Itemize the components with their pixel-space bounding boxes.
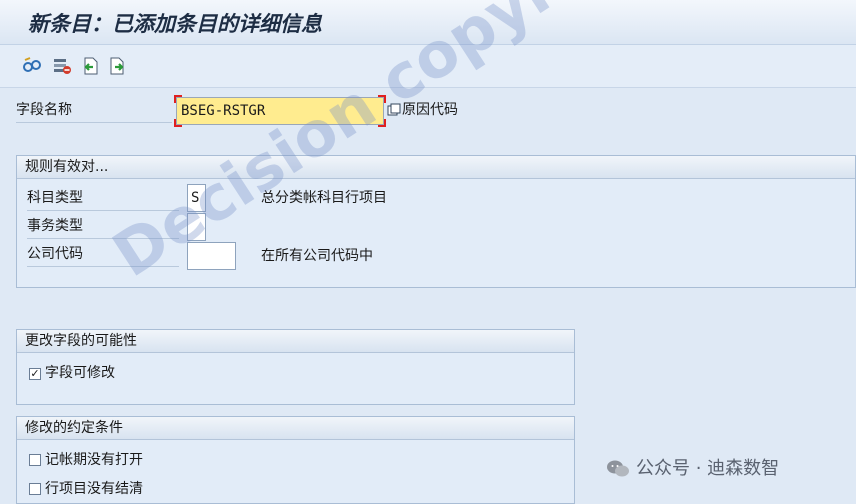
field-name-label: 字段名称	[16, 98, 172, 123]
transaction-type-label: 事务类型	[27, 214, 179, 239]
company-code-input[interactable]	[187, 242, 236, 270]
item-not-cleared-checkbox[interactable]	[29, 483, 41, 495]
title-bar: 新条目：已添加条目的详细信息	[0, 0, 856, 45]
account-type-input[interactable]: S	[187, 184, 206, 212]
delete-row-icon[interactable]	[52, 56, 72, 76]
period-not-open-checkbox[interactable]	[29, 454, 41, 466]
window-title: 新条目：已添加条目的详细信息	[28, 11, 322, 36]
group-validity-title: 规则有效对...	[17, 156, 855, 179]
account-type-description: 总分类帐科目行项目	[261, 190, 387, 206]
group-change-title: 更改字段的可能性	[17, 330, 574, 353]
period-not-open-label: 记帐期没有打开	[45, 452, 143, 468]
glasses-icon[interactable]	[22, 56, 42, 76]
next-entry-icon[interactable]	[108, 56, 128, 76]
group-conditions: 修改的约定条件 记帐期没有打开 行项目没有结清	[16, 416, 575, 504]
group-conditions-title: 修改的约定条件	[17, 417, 574, 440]
company-code-label: 公司代码	[27, 242, 179, 267]
copy-icon[interactable]	[387, 103, 401, 117]
group-change: 更改字段的可能性 ✓ 字段可修改	[16, 329, 575, 405]
toolbar	[0, 45, 856, 88]
field-name-input[interactable]: BSEG-RSTGR	[176, 97, 384, 125]
field-modifiable-label: 字段可修改	[45, 365, 115, 381]
group-validity: 规则有效对... 科目类型 S 总分类帐科目行项目 事务类型 公司代码 在所有公…	[16, 155, 856, 288]
wechat-label: 公众号 · 迪森数智	[636, 458, 780, 479]
field-name-input-wrap[interactable]: BSEG-RSTGR	[174, 95, 386, 127]
wechat-icon	[606, 459, 630, 479]
previous-entry-icon[interactable]	[80, 56, 100, 76]
field-name-description: 原因代码	[402, 102, 458, 118]
company-code-description: 在所有公司代码中	[261, 248, 373, 264]
item-not-cleared-label: 行项目没有结清	[45, 481, 143, 497]
content-area: 字段名称 BSEG-RSTGR 原因代码 规则有效对... 科目类型 S 总分类…	[0, 88, 856, 504]
wechat-badge: 公众号 · 迪森数智	[606, 456, 779, 482]
field-modifiable-checkbox[interactable]: ✓	[29, 368, 41, 380]
transaction-type-input[interactable]	[187, 213, 206, 241]
account-type-label: 科目类型	[27, 186, 179, 211]
